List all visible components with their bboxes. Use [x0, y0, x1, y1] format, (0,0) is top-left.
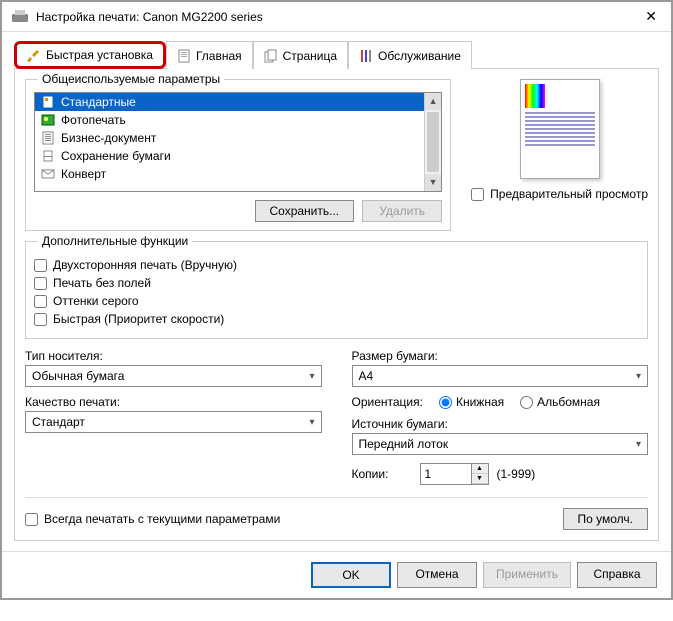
extra-fieldset: Дополнительные функции Двухсторонняя печ…	[25, 241, 648, 339]
presets-fieldset: Общеиспользуемые параметры Стандартные	[25, 79, 451, 231]
preset-label: Конверт	[61, 167, 106, 181]
scroll-up-icon[interactable]: ▲	[425, 93, 441, 110]
spinner-down-icon[interactable]: ▼	[472, 474, 488, 484]
always-current-checkbox[interactable]: Всегда печатать с текущими параметрами	[25, 512, 280, 526]
preset-photo[interactable]: Фотопечать	[35, 111, 424, 129]
save-paper-icon	[41, 149, 55, 163]
print-preview	[520, 79, 600, 179]
tab-main[interactable]: Главная	[166, 41, 253, 69]
preset-envelope[interactable]: Конверт	[35, 165, 424, 183]
photo-icon	[41, 113, 55, 127]
paper-size-select[interactable]: A4	[352, 365, 649, 387]
fast-checkbox[interactable]: Быстрая (Приоритет скорости)	[34, 312, 639, 326]
presets-legend: Общеиспользуемые параметры	[38, 72, 224, 86]
scroll-thumb[interactable]	[427, 112, 439, 172]
defaults-button[interactable]: По умолч.	[563, 508, 648, 530]
delete-preset-button: Удалить	[362, 200, 442, 222]
portrait-radio[interactable]: Книжная	[439, 395, 504, 409]
ok-button[interactable]: OK	[311, 562, 391, 588]
quality-select[interactable]: Стандарт	[25, 411, 322, 433]
preset-papersave[interactable]: Сохранение бумаги	[35, 147, 424, 165]
print-settings-dialog: Настройка печати: Canon MG2200 series ✕ …	[0, 0, 673, 600]
doc-lines-icon	[41, 131, 55, 145]
pages-icon	[264, 49, 278, 63]
media-type-select[interactable]: Обычная бумага	[25, 365, 322, 387]
preview-checkbox[interactable]: Предварительный просмотр	[471, 187, 648, 201]
listbox-scrollbar[interactable]: ▲ ▼	[424, 93, 441, 191]
save-preset-button[interactable]: Сохранить...	[255, 200, 355, 222]
orientation-label: Ориентация:	[352, 395, 423, 409]
preview-checkbox-input[interactable]	[471, 188, 484, 201]
extra-legend: Дополнительные функции	[38, 234, 192, 248]
tab-label: Быстрая установка	[46, 48, 153, 62]
tab-label: Обслуживание	[378, 49, 461, 63]
tab-label: Главная	[196, 49, 242, 63]
preset-business[interactable]: Бизнес-документ	[35, 129, 424, 147]
wrench-icon	[27, 48, 41, 62]
tab-content: Общеиспользуемые параметры Стандартные	[14, 68, 659, 541]
tools-icon	[359, 49, 373, 63]
tab-bar: Быстрая установка Главная Страница Обслу…	[2, 32, 671, 68]
media-type-label: Тип носителя:	[25, 349, 322, 363]
page-icon	[41, 95, 55, 109]
preset-label: Стандартные	[61, 95, 136, 109]
presets-listbox[interactable]: Стандартные Фотопечать Бизнес-документ	[34, 92, 442, 192]
paper-source-label: Источник бумаги:	[352, 417, 649, 431]
preset-standard[interactable]: Стандартные	[35, 93, 424, 111]
document-icon	[177, 49, 191, 63]
preset-label: Сохранение бумаги	[61, 149, 171, 163]
preview-checkbox-label: Предварительный просмотр	[490, 187, 648, 201]
scroll-down-icon[interactable]: ▼	[425, 174, 441, 191]
paper-source-select[interactable]: Передний лоток	[352, 433, 649, 455]
tab-page[interactable]: Страница	[253, 41, 348, 69]
copies-label: Копии:	[352, 467, 412, 481]
cancel-button[interactable]: Отмена	[397, 562, 477, 588]
grayscale-checkbox[interactable]: Оттенки серого	[34, 294, 639, 308]
printer-icon	[12, 10, 28, 24]
quality-label: Качество печати:	[25, 395, 322, 409]
duplex-checkbox[interactable]: Двухсторонняя печать (Вручную)	[34, 258, 639, 272]
preset-label: Бизнес-документ	[61, 131, 156, 145]
window-title: Настройка печати: Canon MG2200 series	[36, 10, 641, 24]
borderless-checkbox[interactable]: Печать без полей	[34, 276, 639, 290]
copies-range: (1-999)	[497, 467, 536, 481]
landscape-radio[interactable]: Альбомная	[520, 395, 600, 409]
spinner-up-icon[interactable]: ▲	[472, 464, 488, 474]
envelope-icon	[41, 167, 55, 181]
tab-quick-setup[interactable]: Быстрая установка	[14, 41, 166, 69]
preset-label: Фотопечать	[61, 113, 126, 127]
help-button[interactable]: Справка	[577, 562, 657, 588]
copies-input[interactable]	[421, 464, 471, 484]
tab-label: Страница	[283, 49, 337, 63]
close-icon[interactable]: ✕	[641, 8, 661, 25]
dialog-buttons: OK Отмена Применить Справка	[2, 551, 671, 598]
titlebar: Настройка печати: Canon MG2200 series ✕	[2, 2, 671, 32]
tab-service[interactable]: Обслуживание	[348, 41, 472, 69]
copies-spinner[interactable]: ▲ ▼	[420, 463, 489, 485]
paper-size-label: Размер бумаги:	[352, 349, 649, 363]
apply-button: Применить	[483, 562, 571, 588]
